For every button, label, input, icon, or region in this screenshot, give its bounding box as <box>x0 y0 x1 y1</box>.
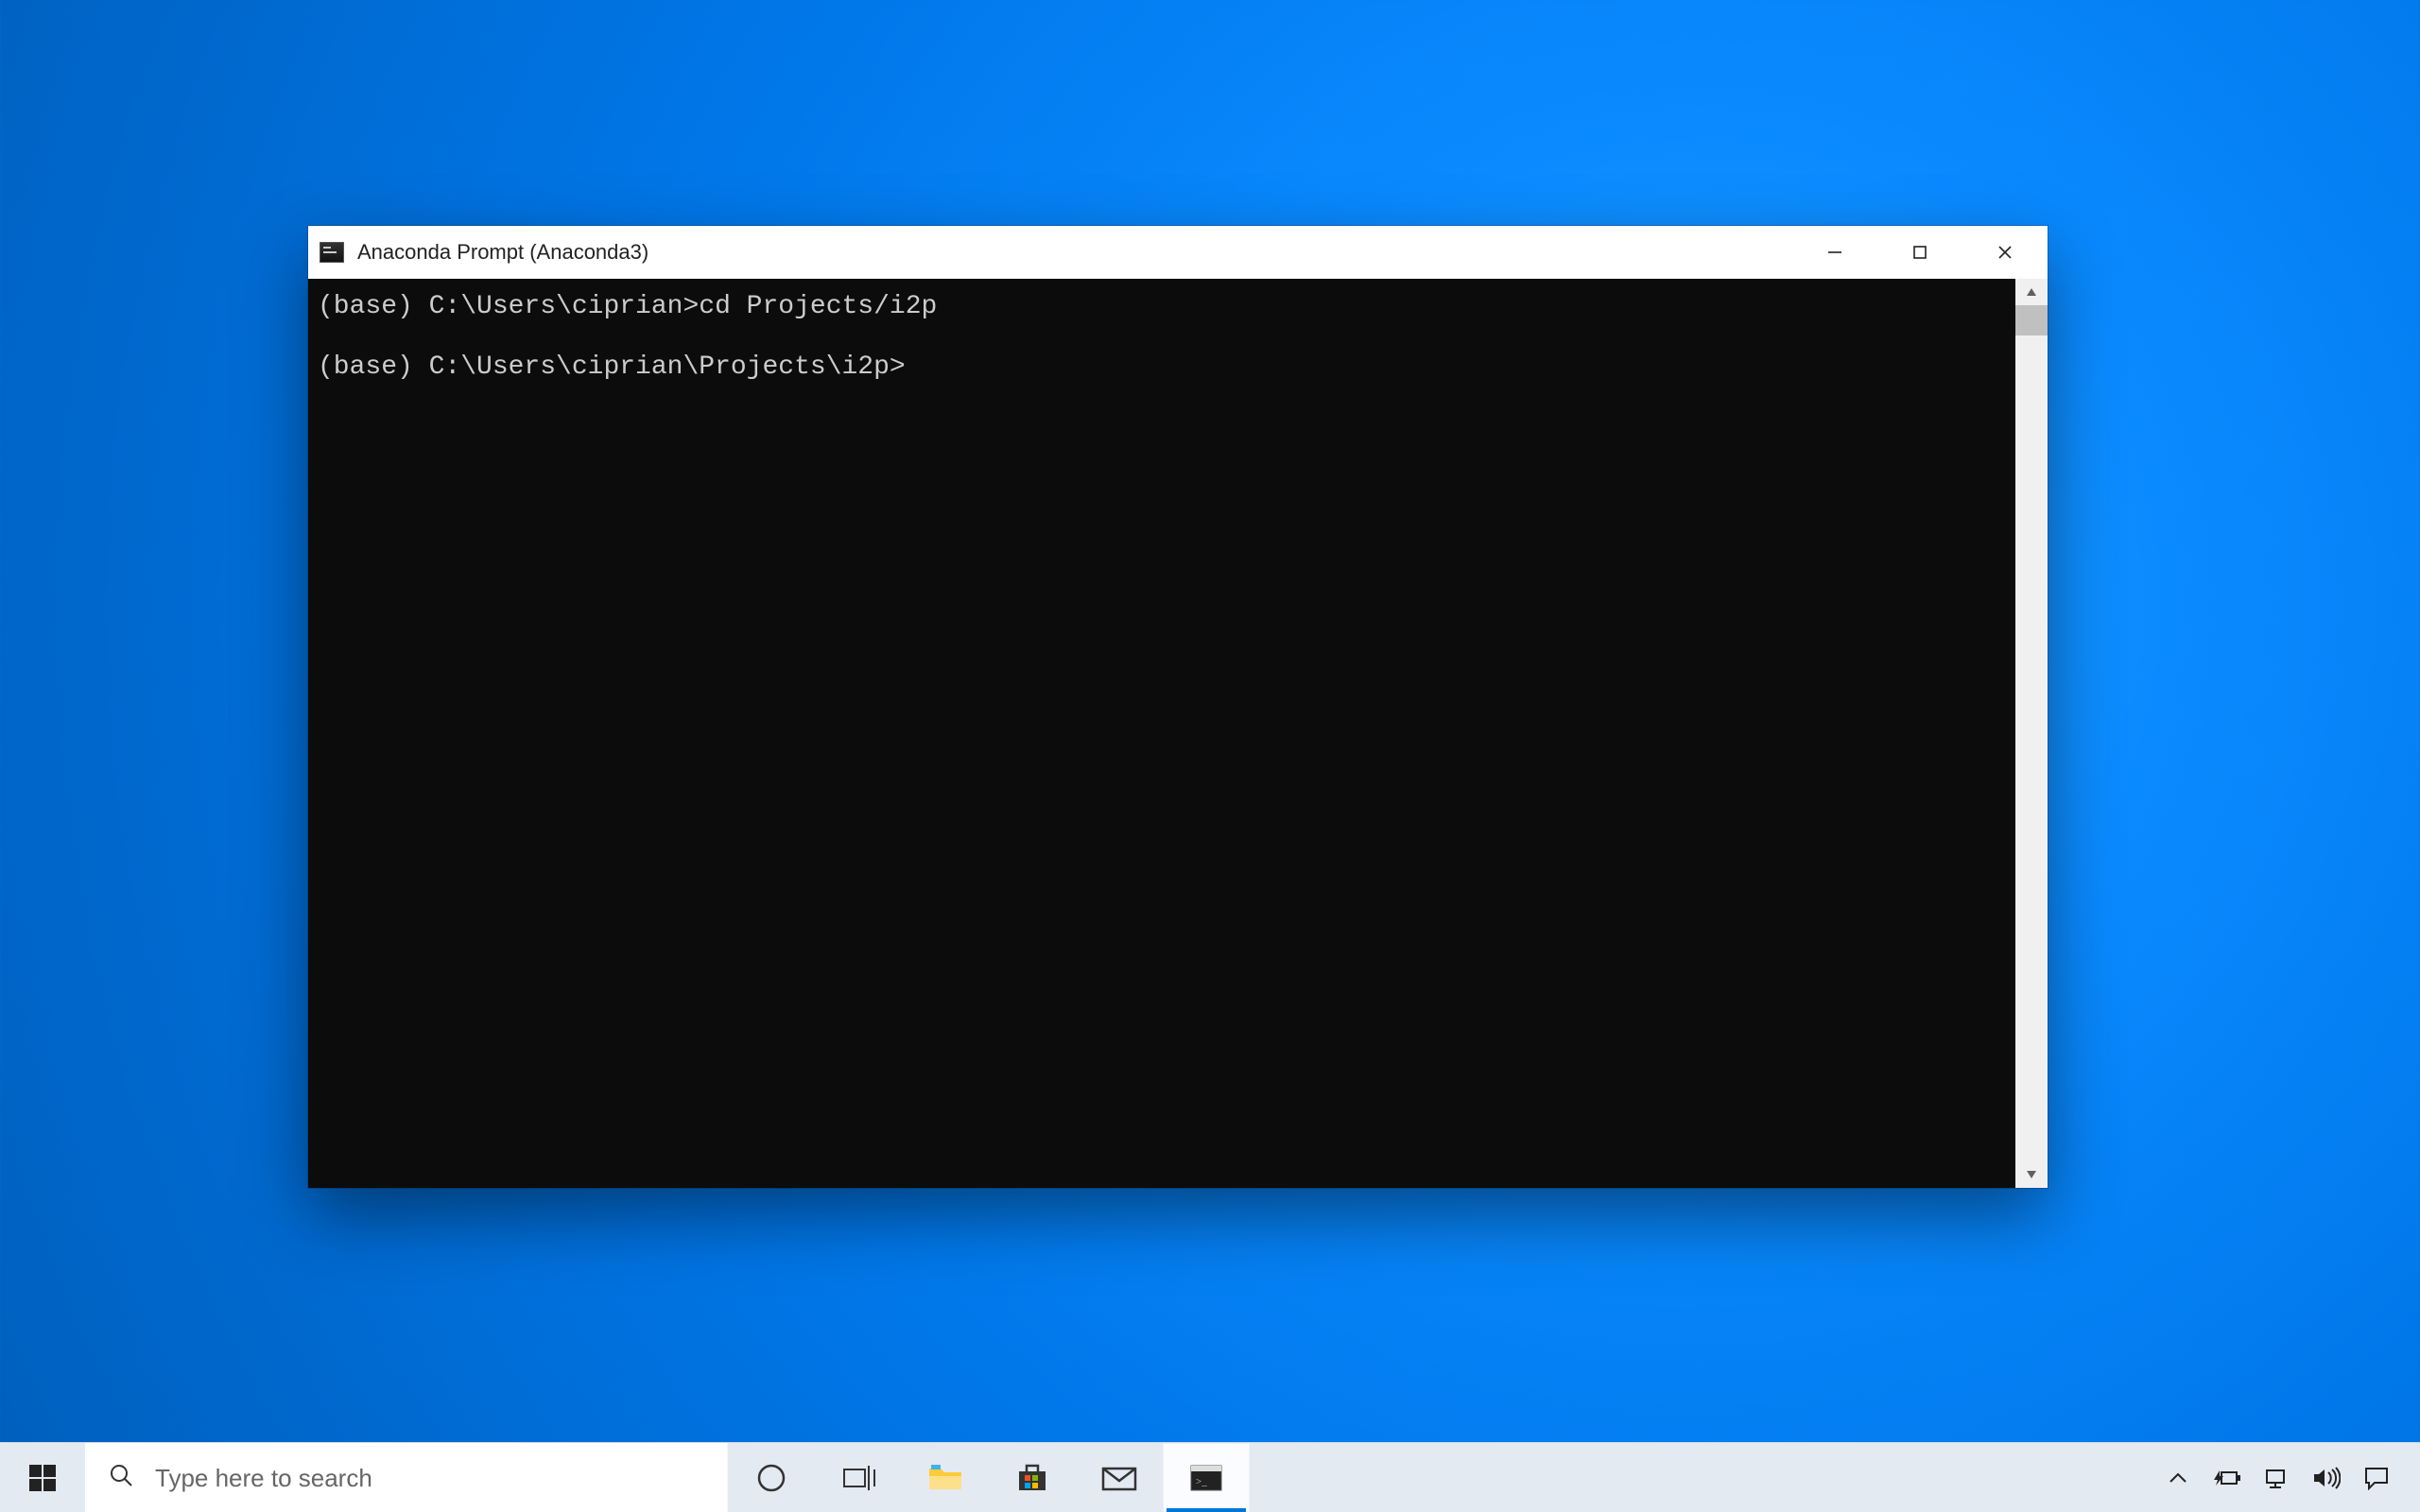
tray-overflow-button[interactable] <box>2157 1443 2199 1512</box>
cmd-icon <box>320 242 344 263</box>
titlebar[interactable]: Anaconda Prompt (Anaconda3) <box>308 226 2048 279</box>
file-explorer-button[interactable] <box>902 1443 989 1512</box>
network-icon <box>2263 1467 2290 1489</box>
file-explorer-icon <box>927 1463 963 1493</box>
volume-icon <box>2312 1467 2341 1489</box>
cortana-icon <box>755 1462 787 1494</box>
battery-icon <box>2210 1469 2240 1487</box>
mail-icon <box>1100 1464 1138 1492</box>
maximize-button[interactable] <box>1877 226 1962 279</box>
task-view-button[interactable] <box>815 1443 902 1512</box>
terminal-output[interactable]: (base) C:\Users\ciprian>cd Projects/i2p … <box>308 279 2015 1188</box>
close-button[interactable] <box>1962 226 2048 279</box>
chevron-up-icon <box>2169 1471 2187 1485</box>
microsoft-store-button[interactable] <box>989 1443 1076 1512</box>
window-controls <box>1792 226 2048 279</box>
search-placeholder: Type here to search <box>155 1464 372 1493</box>
system-tray <box>2157 1443 2420 1512</box>
anaconda-prompt-task[interactable]: >_ <box>1163 1443 1250 1512</box>
scroll-thumb[interactable] <box>2015 305 2048 335</box>
volume-indicator[interactable] <box>2301 1443 2352 1512</box>
mail-button[interactable] <box>1076 1443 1163 1512</box>
window-title: Anaconda Prompt (Anaconda3) <box>357 240 648 265</box>
search-icon <box>108 1462 134 1495</box>
task-view-icon <box>840 1464 876 1492</box>
scroll-down-arrow-icon[interactable] <box>2015 1161 2048 1188</box>
taskbar-search[interactable]: Type here to search <box>85 1443 728 1512</box>
scroll-up-arrow-icon[interactable] <box>2015 279 2048 305</box>
svg-text:>_: >_ <box>1196 1476 1207 1487</box>
minimize-button[interactable] <box>1792 226 1877 279</box>
battery-indicator[interactable] <box>2199 1443 2252 1512</box>
action-center-icon <box>2363 1466 2390 1490</box>
cortana-button[interactable] <box>728 1443 815 1512</box>
anaconda-prompt-window: Anaconda Prompt (Anaconda3) (base) C:\Us… <box>308 226 2048 1188</box>
taskbar-pinned: >_ <box>728 1443 1250 1512</box>
network-indicator[interactable] <box>2252 1443 2301 1512</box>
windows-logo-icon <box>27 1463 58 1493</box>
terminal-icon: >_ <box>1189 1464 1223 1492</box>
taskbar: Type here to search <box>0 1442 2420 1512</box>
store-icon <box>1015 1462 1049 1494</box>
action-center-button[interactable] <box>2352 1443 2401 1512</box>
start-button[interactable] <box>0 1443 85 1512</box>
show-desktop-button[interactable] <box>2401 1443 2412 1512</box>
client-area: (base) C:\Users\ciprian>cd Projects/i2p … <box>308 279 2048 1188</box>
scrollbar[interactable] <box>2015 279 2048 1188</box>
